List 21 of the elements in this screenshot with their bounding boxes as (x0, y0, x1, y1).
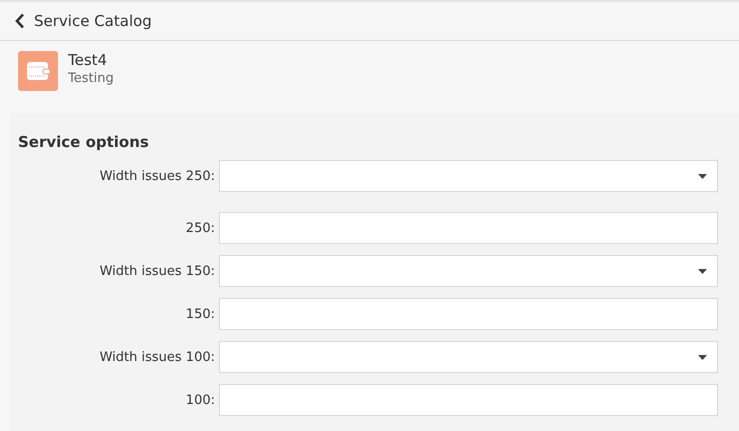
field-label: Width issues 150: (98, 264, 215, 278)
dropdown-field[interactable] (219, 341, 718, 373)
field-label: Width issues 250: (98, 168, 215, 184)
field-label: 150: (184, 306, 215, 322)
field-label: Width issues 100: (98, 350, 215, 364)
caret-icon (698, 268, 707, 274)
service-category: Testing (68, 71, 114, 86)
caret-icon (698, 354, 707, 360)
dropdown-field[interactable] (219, 255, 718, 287)
input-field[interactable] (219, 212, 718, 244)
field-label: 100: (184, 392, 215, 408)
service-name: Test4 (68, 51, 108, 69)
back-icon (15, 13, 25, 29)
section-title: Service options (18, 133, 150, 151)
field-label: 250: (184, 220, 215, 236)
input-field[interactable] (219, 384, 718, 416)
dropdown-field[interactable] (219, 160, 718, 192)
input-field[interactable] (219, 298, 718, 330)
wallet-icon (18, 51, 58, 91)
caret-icon (698, 174, 707, 178)
back-button[interactable]: Service Catalog (15, 12, 152, 30)
